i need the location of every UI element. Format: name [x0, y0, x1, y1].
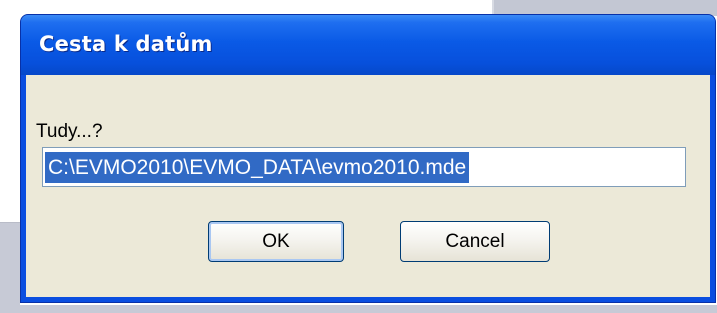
background-window-fragment [0, 305, 717, 313]
path-input[interactable]: C:\EVMO2010\EVMO_DATA\evmo2010.mde [42, 147, 686, 187]
background-divider [0, 222, 20, 223]
dialog-body: Tudy...? C:\EVMO2010\EVMO_DATA\evmo2010.… [26, 75, 710, 297]
dialog-title: Cesta k datům [39, 32, 213, 56]
dialog-titlebar[interactable]: Cesta k datům [21, 15, 715, 75]
ok-button[interactable]: OK [208, 221, 344, 262]
path-input-selected-text[interactable]: C:\EVMO2010\EVMO_DATA\evmo2010.mde [45, 152, 470, 183]
prompt-label: Tudy...? [36, 121, 103, 142]
input-dialog: Cesta k datům Tudy...? C:\EVMO2010\EVMO_… [20, 14, 716, 303]
cancel-button[interactable]: Cancel [400, 221, 550, 262]
background-window-fragment [0, 222, 20, 313]
